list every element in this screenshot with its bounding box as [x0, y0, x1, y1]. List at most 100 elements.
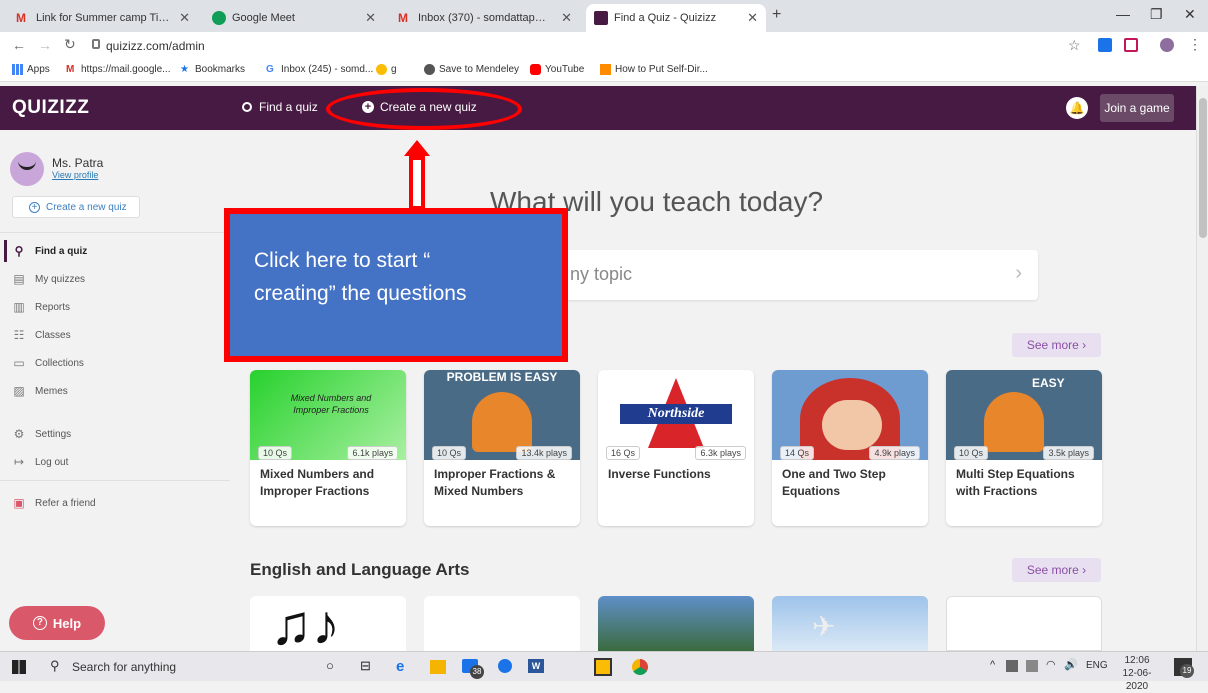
bookmark-self-dir[interactable]: How to Put Self-Dir... [600, 64, 708, 75]
card-title: Inverse Functions [608, 467, 711, 481]
chrome-icon[interactable] [632, 659, 648, 675]
sidebar-item-memes[interactable]: ▨ Memes [12, 384, 67, 398]
quiz-card[interactable]: 14 Qs 4.9k plays One and Two Step Equati… [772, 370, 928, 526]
highlight-ellipse [326, 88, 522, 130]
find-quiz-link[interactable]: Find a quiz [242, 100, 318, 114]
task-view-icon[interactable]: ⊟ [360, 658, 371, 674]
join-game-button[interactable]: Join a game [1100, 94, 1174, 122]
bookmark-mendeley[interactable]: Save to Mendeley [424, 64, 519, 75]
quiz-card[interactable]: Northside 16 Qs 6.3k plays Inverse Funct… [598, 370, 754, 526]
plays-badge: 3.5k plays [1043, 446, 1094, 460]
back-icon[interactable]: ← [12, 37, 26, 53]
sidebar-item-collections[interactable]: ▭ Collections [12, 356, 84, 370]
volume-icon[interactable]: 🔊 [1064, 658, 1078, 671]
taskbar-search-input[interactable]: Search for anything [72, 660, 176, 674]
photo-app-icon[interactable] [594, 658, 612, 676]
sidebar-item-log-out[interactable]: ↦ Log out [12, 455, 68, 469]
bookmarks-bar: Apps M https://mail.google... ★ Bookmark… [0, 60, 1208, 82]
new-tab-icon[interactable]: + [772, 6, 781, 24]
quiz-card[interactable] [598, 596, 754, 651]
google-icon: G [266, 64, 274, 75]
browser-tab-quizizz[interactable]: Find a Quiz - Quizizz ✕ [586, 4, 766, 32]
tray-app-icon[interactable] [1006, 660, 1018, 672]
maximize-icon[interactable]: ❐ [1150, 6, 1163, 23]
quiz-card[interactable] [946, 596, 1102, 651]
bookmark-bookmarks[interactable]: ★ Bookmarks [180, 64, 245, 75]
quiz-card[interactable]: PROBLEM IS EASY 10 Qs 13.4k plays Improp… [424, 370, 580, 526]
quizizz-logo[interactable]: QUIZIZZ [12, 97, 89, 119]
language-indicator[interactable]: ENG [1086, 660, 1108, 671]
see-more-button[interactable]: See more › [1012, 558, 1101, 582]
create-quiz-button[interactable]: + Create a new quiz [12, 196, 140, 218]
close-tab-icon[interactable]: ✕ [179, 10, 190, 26]
minimize-icon[interactable]: — [1116, 6, 1130, 22]
close-window-icon[interactable]: ✕ [1184, 6, 1196, 23]
page-scrollbar[interactable] [1196, 86, 1208, 651]
bookmark-gmail[interactable]: M https://mail.google... [66, 64, 171, 75]
cartoon-face-icon [822, 400, 882, 450]
sidebar-item-my-quizzes[interactable]: ▤ My quizzes [12, 272, 85, 286]
browser-tab-inbox[interactable]: M Inbox (370) - somdattap@gmail ✕ [390, 4, 580, 32]
quiz-card[interactable] [424, 596, 580, 651]
avatar[interactable] [10, 152, 44, 186]
scrollbar-thumb[interactable] [1199, 98, 1207, 238]
tab-title: Find a Quiz - Quizizz [614, 12, 717, 24]
plays-badge: 6.1k plays [347, 446, 398, 460]
sidebar-item-find-quiz[interactable]: ⚲ Find a quiz [12, 244, 88, 258]
lock-icon [92, 39, 100, 49]
browser-tab-google-meet[interactable]: Google Meet ✕ [204, 4, 384, 32]
close-tab-icon[interactable]: ✕ [365, 10, 376, 26]
quizizz-header: QUIZIZZ Find a quiz + Create a new quiz … [0, 86, 1196, 130]
sidebar-item-reports[interactable]: ▥ Reports [12, 300, 70, 314]
close-tab-icon[interactable]: ✕ [561, 10, 572, 26]
quiz-card[interactable]: Mixed Numbers and Improper Fractions 10 … [250, 370, 406, 526]
cortana-icon[interactable]: ○ [326, 658, 334, 673]
question-count-badge: 10 Qs [432, 446, 467, 460]
gift-icon: ▣ [13, 496, 25, 510]
see-more-button[interactable]: See more › [1012, 333, 1101, 357]
plays-badge: 13.4k plays [516, 446, 572, 460]
mail-icon[interactable]: 38 [462, 659, 484, 679]
file-explorer-icon[interactable] [430, 660, 446, 674]
bookmark-apps[interactable]: Apps [12, 64, 50, 75]
star-icon[interactable]: ☆ [1068, 37, 1081, 54]
browser-tab-summer-camp[interactable]: M Link for Summer camp Tis Eok D ✕ [8, 4, 198, 32]
quiz-card[interactable]: EASY 10 Qs 3.5k plays Multi Step Equatio… [946, 370, 1102, 526]
extension-icon[interactable] [1098, 38, 1112, 52]
callout-text: Click here to start “ creating” the ques… [254, 249, 467, 305]
wifi-icon[interactable]: ◠ [1046, 658, 1056, 671]
quiz-card[interactable]: ♫♪ [250, 596, 406, 651]
menu-dots-icon[interactable]: ⋮ [1188, 36, 1202, 53]
close-tab-icon[interactable]: ✕ [747, 10, 758, 26]
bookmark-inbox[interactable]: G Inbox (245) - somd... [266, 64, 373, 75]
extension-icon[interactable] [1124, 38, 1138, 52]
forward-icon[interactable]: → [38, 37, 52, 53]
sidebar-item-settings[interactable]: ⚙ Settings [12, 427, 72, 441]
youtube-icon [530, 64, 541, 75]
notification-center-icon[interactable]: 19 [1174, 658, 1194, 678]
clock[interactable]: 12:06 12-06-2020 [1114, 654, 1160, 693]
view-profile-link[interactable]: View profile [52, 170, 98, 180]
sidebar-item-classes[interactable]: ☷ Classes [12, 328, 71, 342]
reload-icon[interactable]: ↻ [64, 36, 76, 53]
card-title: Multi Step Equations with Fractions [956, 467, 1075, 498]
battery-icon[interactable] [1026, 660, 1038, 672]
bell-icon[interactable]: 🔔 [1066, 97, 1088, 119]
quiz-card[interactable]: ✈ [772, 596, 928, 651]
profile-avatar-icon[interactable] [1160, 38, 1174, 52]
url-input[interactable]: quizizz.com/admin [106, 39, 205, 53]
tray-up-icon[interactable]: ^ [990, 659, 995, 671]
bookmark-youtube[interactable]: YouTube [530, 64, 584, 75]
help-button[interactable]: ? Help [9, 606, 105, 640]
question-count-badge: 10 Qs [954, 446, 989, 460]
windows-start-icon[interactable] [12, 660, 26, 674]
callout-box: Click here to start “ creating” the ques… [224, 208, 568, 362]
card-title: Mixed Numbers and Improper Fractions [260, 467, 375, 498]
question-count-badge: 16 Qs [606, 446, 641, 460]
edge-icon[interactable]: e [396, 658, 404, 675]
music-notes-icon: ♫♪ [270, 596, 340, 651]
sidebar-item-refer-friend[interactable]: ▣ Refer a friend [12, 496, 95, 510]
word-icon[interactable]: W [528, 659, 544, 673]
app-icon[interactable] [498, 659, 512, 673]
bookmark-g[interactable]: g [376, 64, 397, 75]
